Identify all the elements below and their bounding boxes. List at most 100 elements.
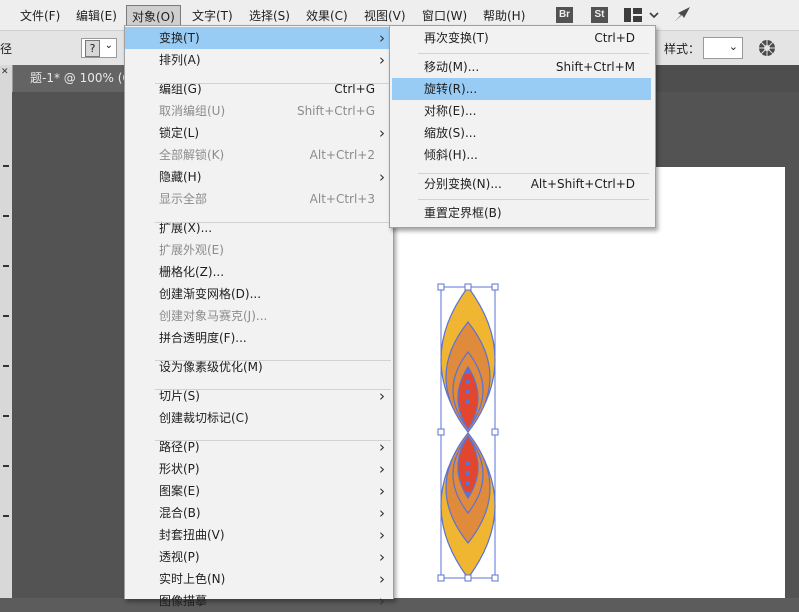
artwork[interactable] — [388, 167, 785, 598]
anchor-point[interactable] — [466, 491, 470, 495]
menu-item-label: 创建对象马赛克(J)... — [159, 309, 268, 323]
menu-item-live-paint[interactable]: 实时上色(N) › — [125, 568, 393, 590]
menu-item-reflect[interactable]: 对称(E)... — [392, 100, 651, 122]
menu-select[interactable]: 选择(S) — [249, 7, 290, 24]
menu-item-label: 移动(M)... — [424, 60, 480, 74]
menu-item-shortcut: Ctrl+D — [594, 31, 635, 45]
menu-item-label: 取消编组(U) — [159, 104, 226, 118]
bounding-box-handle[interactable] — [491, 428, 499, 436]
menu-item-label: 锁定(L) — [159, 126, 200, 140]
menu-item-label: 混合(B) — [159, 506, 201, 520]
menu-item-transform[interactable]: 变换(T) › — [125, 27, 393, 49]
menu-item-expand[interactable]: 扩展(X)... — [125, 217, 393, 239]
tool-icon[interactable] — [3, 465, 9, 467]
menu-item-lock[interactable]: 锁定(L) › — [125, 122, 393, 144]
menu-item-perspective[interactable]: 透视(P) › — [125, 546, 393, 568]
menu-type[interactable]: 文字(T) — [192, 7, 233, 24]
anchor-point[interactable] — [466, 400, 470, 404]
recolor-artwork-icon[interactable] — [758, 39, 776, 57]
anchor-point[interactable] — [466, 471, 470, 475]
menu-item-rotate[interactable]: 旋转(R)... — [392, 78, 651, 100]
chevron-right-icon: › — [379, 570, 385, 588]
menu-item-transform-each[interactable]: 分别变换(N)... Alt+Shift+Ctrl+D — [392, 173, 651, 195]
tool-icon[interactable] — [3, 215, 9, 217]
bridge-app-icon[interactable]: Br — [556, 7, 573, 23]
chevron-right-icon: › — [379, 29, 385, 47]
menu-item-create-trim-marks[interactable]: 创建裁切标记(C) — [125, 407, 393, 429]
tool-icon[interactable] — [3, 415, 9, 417]
menu-item-create-gradient-mesh[interactable]: 创建渐变网格(D)... — [125, 283, 393, 305]
anchor-point[interactable] — [466, 481, 470, 485]
menu-separator — [155, 440, 391, 441]
menu-item-move[interactable]: 移动(M)... Shift+Ctrl+M — [392, 56, 651, 78]
tool-icon[interactable] — [3, 265, 9, 267]
menu-separator — [155, 222, 391, 223]
tool-icon[interactable] — [3, 365, 9, 367]
menu-item-transform-again[interactable]: 再次变换(T) Ctrl+D — [392, 27, 651, 49]
menu-view[interactable]: 视图(V) — [364, 7, 406, 24]
menu-item-expand-appearance: 扩展外观(E) — [125, 239, 393, 261]
anchor-point[interactable] — [466, 370, 470, 374]
stock-app-icon[interactable]: St — [591, 7, 608, 23]
menu-separator — [155, 360, 391, 361]
menu-item-label: 图像描摹 — [159, 594, 208, 608]
menu-item-image-trace[interactable]: 图像描摹 › — [125, 590, 393, 612]
menu-item-shortcut: Alt+Shift+Ctrl+D — [530, 177, 635, 191]
bounding-box-handle[interactable] — [437, 428, 445, 436]
document-tab-title: 题-1* @ 100% (CMY — [30, 71, 132, 85]
menu-item-label: 图案(E) — [159, 484, 200, 498]
menu-item-envelope-distort[interactable]: 封套扭曲(V) › — [125, 524, 393, 546]
anchor-point[interactable] — [466, 390, 470, 394]
menu-item-label: 编组(G) — [159, 82, 202, 96]
help-dropdown[interactable]: ? ⌄ — [81, 38, 117, 58]
tool-icon[interactable] — [3, 315, 9, 317]
anchor-point[interactable] — [466, 461, 470, 465]
menu-item-label: 排列(A) — [159, 53, 201, 67]
menu-separator — [418, 173, 649, 174]
menu-item-label: 扩展(X)... — [159, 221, 213, 235]
bounding-box-handle[interactable] — [437, 574, 445, 582]
menu-item-unlock-all: 全部解锁(K) Alt+Ctrl+2 — [125, 144, 393, 166]
workspace-switcher-icon[interactable] — [624, 8, 660, 22]
menu-item-rasterize[interactable]: 栅格化(Z)... — [125, 261, 393, 283]
chevron-right-icon: › — [379, 504, 385, 522]
menu-item-scale[interactable]: 缩放(S)... — [392, 122, 651, 144]
menu-item-shortcut: Shift+Ctrl+M — [555, 60, 635, 74]
menu-edit[interactable]: 编辑(E) — [76, 7, 117, 24]
bounding-box-handle[interactable] — [491, 574, 499, 582]
chevron-right-icon: › — [379, 124, 385, 142]
menu-item-blend[interactable]: 混合(B) › — [125, 502, 393, 524]
menu-item-group[interactable]: 编组(G) Ctrl+G — [125, 78, 393, 100]
style-swatch-dropdown[interactable]: ⌄ — [703, 37, 743, 59]
document-tab[interactable]: 题-1* @ 100% (CMY — [12, 65, 132, 92]
menu-item-shear[interactable]: 倾斜(H)... — [392, 144, 651, 166]
artboard[interactable] — [388, 167, 785, 598]
menu-item-label: 栅格化(Z)... — [159, 265, 225, 279]
tool-icon[interactable] — [3, 165, 9, 167]
menu-item-show-all: 显示全部 Alt+Ctrl+3 — [125, 188, 393, 210]
menu-item-reset-bounding-box[interactable]: 重置定界框(B) — [392, 202, 651, 224]
bounding-box-handle[interactable] — [464, 283, 472, 291]
menu-file[interactable]: 文件(F) — [20, 7, 60, 24]
chevron-right-icon: › — [379, 526, 385, 544]
menu-item-label: 拼合透明度(F)... — [159, 331, 247, 345]
bounding-box-handle[interactable] — [437, 283, 445, 291]
chevron-right-icon: › — [379, 168, 385, 186]
menu-help[interactable]: 帮助(H) — [483, 7, 525, 24]
menu-item-pattern[interactable]: 图案(E) › — [125, 480, 393, 502]
bounding-box-handle[interactable] — [491, 283, 499, 291]
menu-item-shape[interactable]: 形状(P) › — [125, 458, 393, 480]
chevron-right-icon: › — [379, 482, 385, 500]
chevron-right-icon: › — [379, 592, 385, 610]
menu-window[interactable]: 窗口(W) — [422, 7, 467, 24]
menu-effect[interactable]: 效果(C) — [306, 7, 348, 24]
tool-icon[interactable] — [3, 515, 9, 517]
menu-item-arrange[interactable]: 排列(A) › — [125, 49, 393, 71]
menu-item-hide[interactable]: 隐藏(H) › — [125, 166, 393, 188]
anchor-point[interactable] — [466, 380, 470, 384]
close-icon[interactable]: ✕ — [1, 67, 9, 77]
menu-item-flatten-transparency[interactable]: 拼合透明度(F)... — [125, 327, 393, 349]
bounding-box-handle[interactable] — [464, 574, 472, 582]
gpu-performance-icon[interactable] — [672, 6, 692, 24]
chevron-down-icon: ⌄ — [104, 40, 113, 51]
